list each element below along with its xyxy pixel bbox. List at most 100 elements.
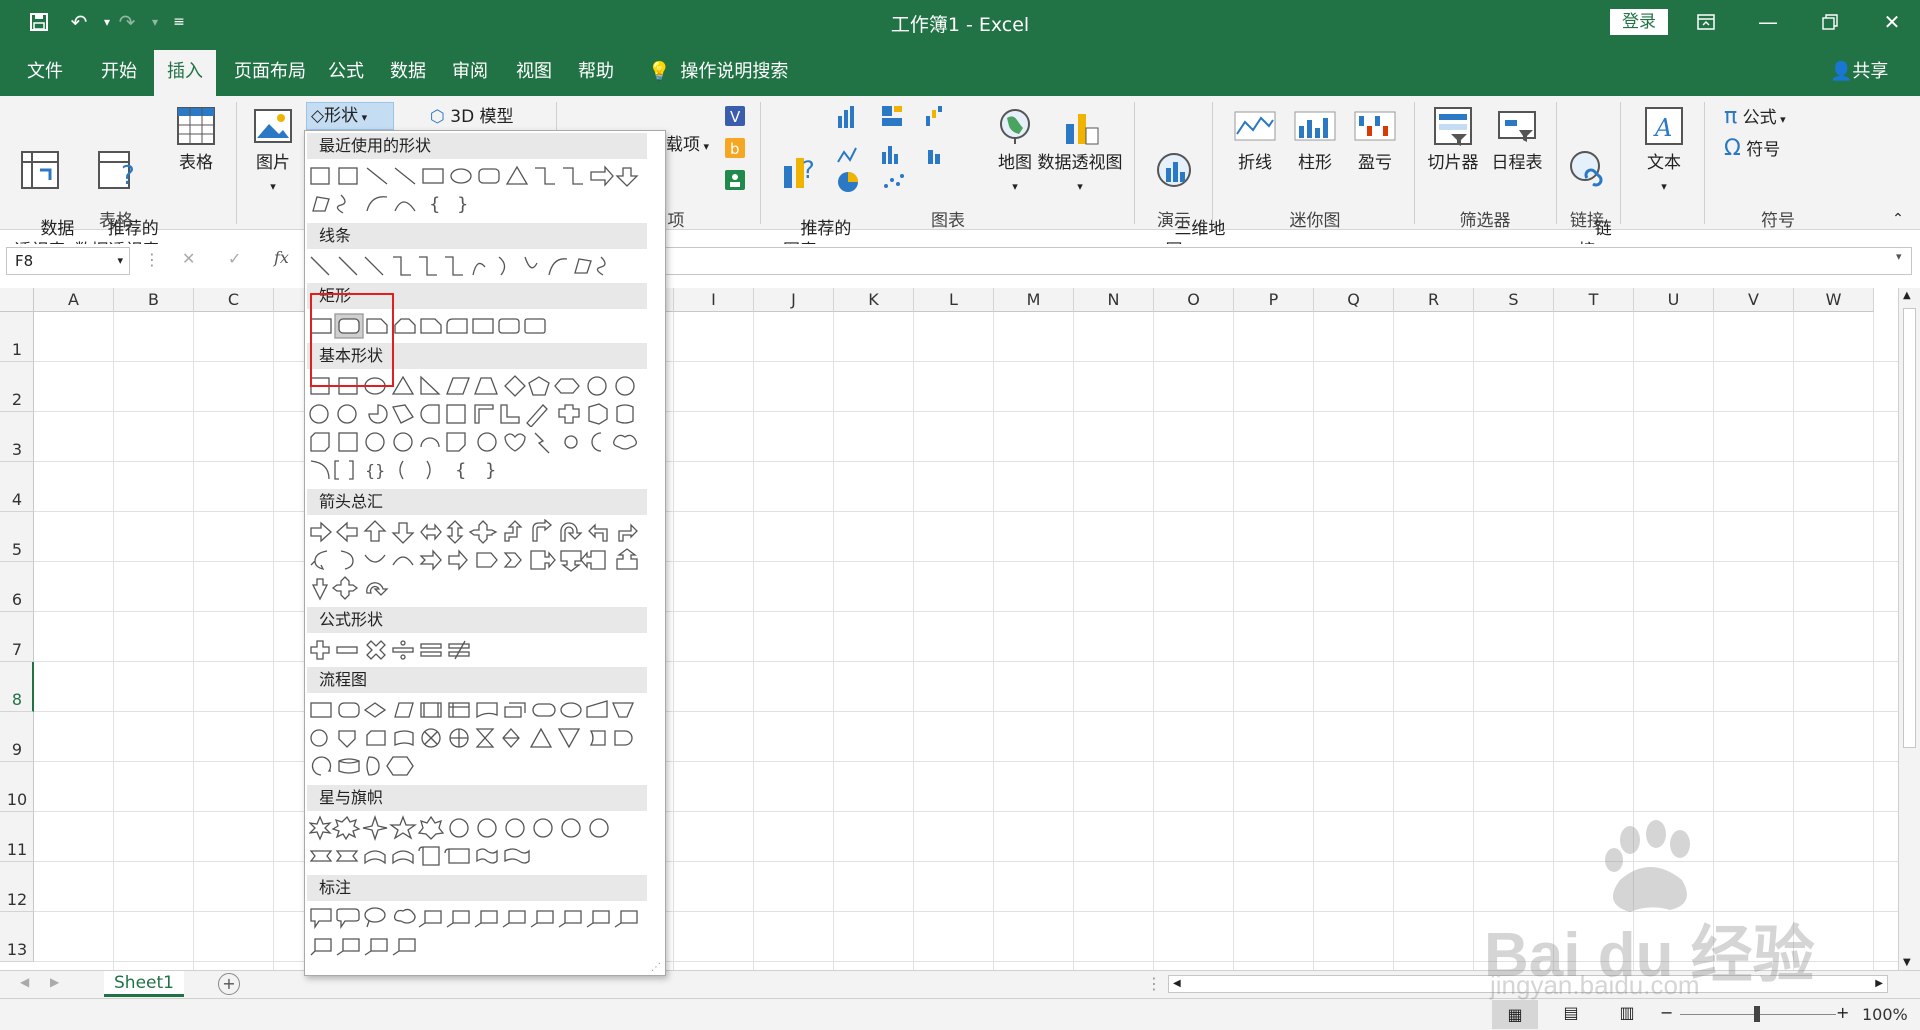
shape-row-equation[interactable] xyxy=(309,637,659,665)
shape-row-callouts-2[interactable] xyxy=(309,933,659,961)
shape-row-flowchart-1[interactable] xyxy=(309,697,659,725)
column-header[interactable]: O xyxy=(1154,288,1234,312)
zoom-slider[interactable] xyxy=(1680,1006,1836,1022)
shape-row-recent-2[interactable]: {} xyxy=(309,191,659,219)
shape-row-recent-1[interactable] xyxy=(309,163,659,191)
shape-row-stars-2[interactable] xyxy=(309,843,659,871)
map-button[interactable]: 地图 ▾ xyxy=(990,104,1040,198)
name-box[interactable]: F8 ▾ xyxy=(6,247,130,275)
column-header[interactable]: T xyxy=(1554,288,1634,312)
row-header[interactable]: 13 xyxy=(0,912,34,962)
sparkline-winloss-button[interactable]: 盈亏 xyxy=(1346,104,1404,174)
shape-row-flowchart-3[interactable] xyxy=(309,753,659,781)
shapes-button[interactable]: ◇形状 ▾ xyxy=(306,102,394,130)
cancel-icon[interactable]: ✕ xyxy=(182,249,195,268)
row-header[interactable]: 10 xyxy=(0,762,34,812)
view-page-layout-icon[interactable]: ▤ xyxy=(1556,1003,1586,1022)
bing-icon[interactable]: b xyxy=(720,136,750,166)
column-header[interactable]: Q xyxy=(1314,288,1394,312)
column-header[interactable]: L xyxy=(914,288,994,312)
formula-input[interactable] xyxy=(660,247,1912,275)
column-header[interactable]: R xyxy=(1394,288,1474,312)
sheetbar-grip-icon[interactable]: ⋮ xyxy=(1146,974,1162,993)
visio-icon[interactable]: V xyxy=(720,104,750,134)
zoom-slider-thumb[interactable] xyxy=(1754,1006,1760,1022)
expand-formula-icon[interactable]: ▾ xyxy=(1896,250,1902,263)
picture-button[interactable]: 图片 ▾ xyxy=(246,104,300,198)
shape-row-arrows-1[interactable] xyxy=(309,519,659,547)
tell-me-search[interactable]: 💡 操作说明搜索 xyxy=(648,50,788,94)
table-button[interactable]: 表格 xyxy=(170,104,222,174)
column-header[interactable]: V xyxy=(1714,288,1794,312)
shape-row-basic-2[interactable] xyxy=(309,401,659,429)
ribbon-display-options-icon[interactable] xyxy=(1678,0,1734,44)
column-header[interactable]: M xyxy=(994,288,1074,312)
row-header[interactable]: 7 xyxy=(0,612,34,662)
column-header[interactable]: J xyxy=(754,288,834,312)
tab-view[interactable]: 视图 xyxy=(508,50,560,96)
row-header[interactable]: 12 xyxy=(0,862,34,912)
enter-icon[interactable]: ✓ xyxy=(228,249,241,268)
name-box-dropdown-icon[interactable]: ▾ xyxy=(117,248,123,274)
vertical-scrollbar[interactable]: ▲ ▼ xyxy=(1898,288,1920,970)
column-header[interactable]: P xyxy=(1234,288,1314,312)
shape-row-flowchart-2[interactable] xyxy=(309,725,659,753)
text-button[interactable]: A 文本 ▾ xyxy=(1634,104,1694,198)
resize-grip-icon[interactable]: ⋰ xyxy=(651,962,661,973)
shape-row-arrows-3[interactable] xyxy=(309,575,659,603)
view-normal-icon[interactable]: ▦ xyxy=(1492,1000,1538,1029)
sheet-tab-sheet1[interactable]: Sheet1 xyxy=(104,971,184,997)
row-header[interactable]: 6 xyxy=(0,562,34,612)
tab-help[interactable]: 帮助 xyxy=(570,50,622,96)
login-button[interactable]: 登录 xyxy=(1610,9,1668,35)
view-page-break-icon[interactable]: ▥ xyxy=(1612,1003,1642,1022)
tab-data[interactable]: 数据 xyxy=(382,50,434,96)
vertical-scroll-thumb[interactable] xyxy=(1903,308,1916,748)
scroll-up-icon[interactable]: ▲ xyxy=(1903,290,1911,301)
sparkline-line-button[interactable]: 折线 xyxy=(1226,104,1284,174)
timeline-button[interactable]: 日程表 xyxy=(1486,104,1548,174)
column-header[interactable]: W xyxy=(1794,288,1874,312)
new-sheet-icon[interactable]: + xyxy=(218,973,240,995)
zoom-level[interactable]: 100% xyxy=(1862,1005,1908,1024)
collapse-ribbon-icon[interactable]: ⌃ xyxy=(1888,208,1908,230)
row-header[interactable]: 1 xyxy=(0,312,34,362)
row-header[interactable]: 5 xyxy=(0,512,34,562)
symbol-button[interactable]: Ω 符号 xyxy=(1724,136,1780,163)
sheet-prev-icon[interactable]: ◀ xyxy=(20,975,29,989)
shape-row-lines[interactable] xyxy=(309,253,659,281)
row-header[interactable]: 4 xyxy=(0,462,34,512)
column-header[interactable]: N xyxy=(1074,288,1154,312)
minimize-icon[interactable]: — xyxy=(1740,0,1796,44)
column-header[interactable]: B xyxy=(114,288,194,312)
pivot-chart-button[interactable]: 数据透视图 ▾ xyxy=(1034,104,1126,198)
scroll-left-icon[interactable]: ◀ xyxy=(1173,978,1181,989)
column-header[interactable]: S xyxy=(1474,288,1554,312)
shape-row-arrows-2[interactable] xyxy=(309,547,659,575)
column-header[interactable]: A xyxy=(34,288,114,312)
tab-insert[interactable]: 插入 xyxy=(154,50,216,96)
scroll-right-icon[interactable]: ▶ xyxy=(1875,978,1883,989)
shape-row-stars-1[interactable] xyxy=(309,815,659,843)
row-header[interactable]: 8 xyxy=(0,662,34,712)
scroll-down-icon[interactable]: ▼ xyxy=(1903,957,1911,968)
tab-review[interactable]: 审阅 xyxy=(444,50,496,96)
restore-icon[interactable] xyxy=(1802,0,1858,44)
row-header[interactable]: 3 xyxy=(0,412,34,462)
people-graph-icon[interactable] xyxy=(720,168,750,198)
row-header[interactable]: 2 xyxy=(0,362,34,412)
tab-file[interactable]: 文件 xyxy=(10,50,80,96)
column-header[interactable]: C xyxy=(194,288,274,312)
column-header[interactable]: K xyxy=(834,288,914,312)
share-button[interactable]: 👤共享 xyxy=(1830,50,1888,94)
tab-home[interactable]: 开始 xyxy=(86,50,152,96)
row-header[interactable]: 9 xyxy=(0,712,34,762)
shape-row-basic-4[interactable]: {} {} xyxy=(309,457,659,485)
row-header[interactable]: 11 xyxy=(0,812,34,862)
column-header[interactable]: I xyxy=(674,288,754,312)
close-icon[interactable]: ✕ xyxy=(1864,0,1920,44)
column-header[interactable]: U xyxy=(1634,288,1714,312)
model3d-button[interactable]: ⬡ 3D 模型 xyxy=(430,104,514,130)
tab-formulas[interactable]: 公式 xyxy=(320,50,372,96)
shape-row-callouts-1[interactable] xyxy=(309,905,659,933)
